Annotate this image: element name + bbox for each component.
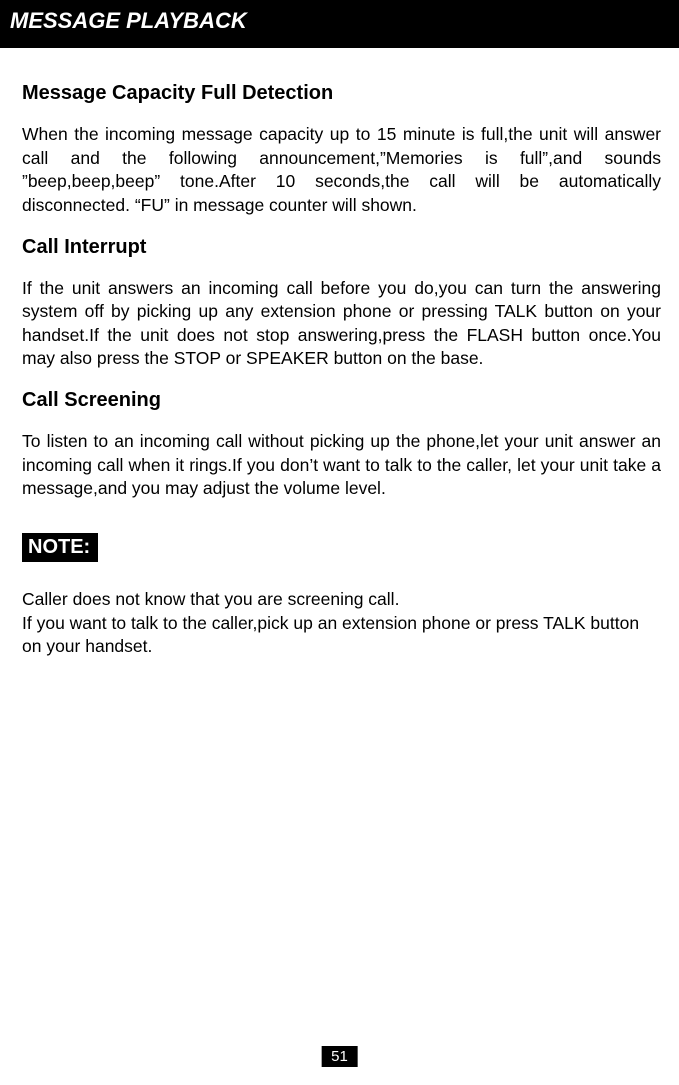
note-body: Caller does not know that you are screen…	[22, 588, 661, 659]
note-label: NOTE:	[22, 533, 98, 562]
heading-call-screening: Call Screening	[22, 389, 661, 412]
body-call-screening: To listen to an incoming call without pi…	[22, 430, 661, 501]
body-message-capacity: When the incoming message capacity up to…	[22, 123, 661, 218]
page-content: Message Capacity Full Detection When the…	[0, 48, 679, 659]
page-header-bar: MESSAGE PLAYBACK	[0, 0, 679, 48]
page-header-title: MESSAGE PLAYBACK	[10, 8, 247, 33]
body-call-interrupt: If the unit answers an incoming call bef…	[22, 277, 661, 372]
page-number: 51	[321, 1046, 358, 1067]
heading-message-capacity: Message Capacity Full Detection	[22, 82, 661, 105]
heading-call-interrupt: Call Interrupt	[22, 236, 661, 259]
